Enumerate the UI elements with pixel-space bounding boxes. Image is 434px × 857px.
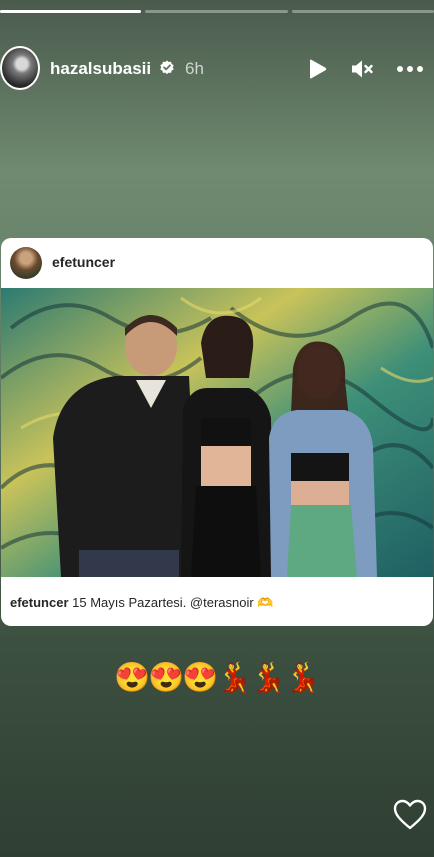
avatar[interactable]: [0, 46, 40, 90]
more-icon[interactable]: [396, 58, 424, 80]
post-caption: efetuncer 15 Mayıs Pazartesi. @terasnoir…: [10, 595, 273, 611]
play-icon[interactable]: [305, 58, 329, 80]
post-header: efetuncer: [1, 238, 433, 288]
story-progress: [0, 10, 434, 13]
story-username[interactable]: hazalsubasii: [50, 59, 151, 79]
post-username[interactable]: efetuncer: [52, 254, 115, 270]
story-progress-segment: [0, 10, 141, 13]
progress-fill: [0, 10, 141, 13]
story-progress-segment: [145, 10, 288, 13]
shared-post-card[interactable]: efetuncer efetuncer 15 Mayıs Pazartesi. …: [1, 238, 433, 626]
mute-icon[interactable]: [350, 58, 374, 80]
like-heart-icon[interactable]: [393, 799, 427, 831]
post-avatar[interactable]: [10, 247, 42, 279]
post-photo: [1, 288, 433, 577]
story-time: 6h: [185, 59, 204, 78]
verified-icon: [160, 60, 174, 75]
emoji-sticker: 😍😍😍💃💃💃: [114, 662, 321, 694]
caption-text: 15 Mayıs Pazartesi. @terasnoir 🫶: [68, 595, 274, 610]
caption-username[interactable]: efetuncer: [10, 595, 69, 610]
story-header: hazalsubasii 6h: [0, 46, 434, 92]
story-progress-segment: [292, 10, 434, 13]
